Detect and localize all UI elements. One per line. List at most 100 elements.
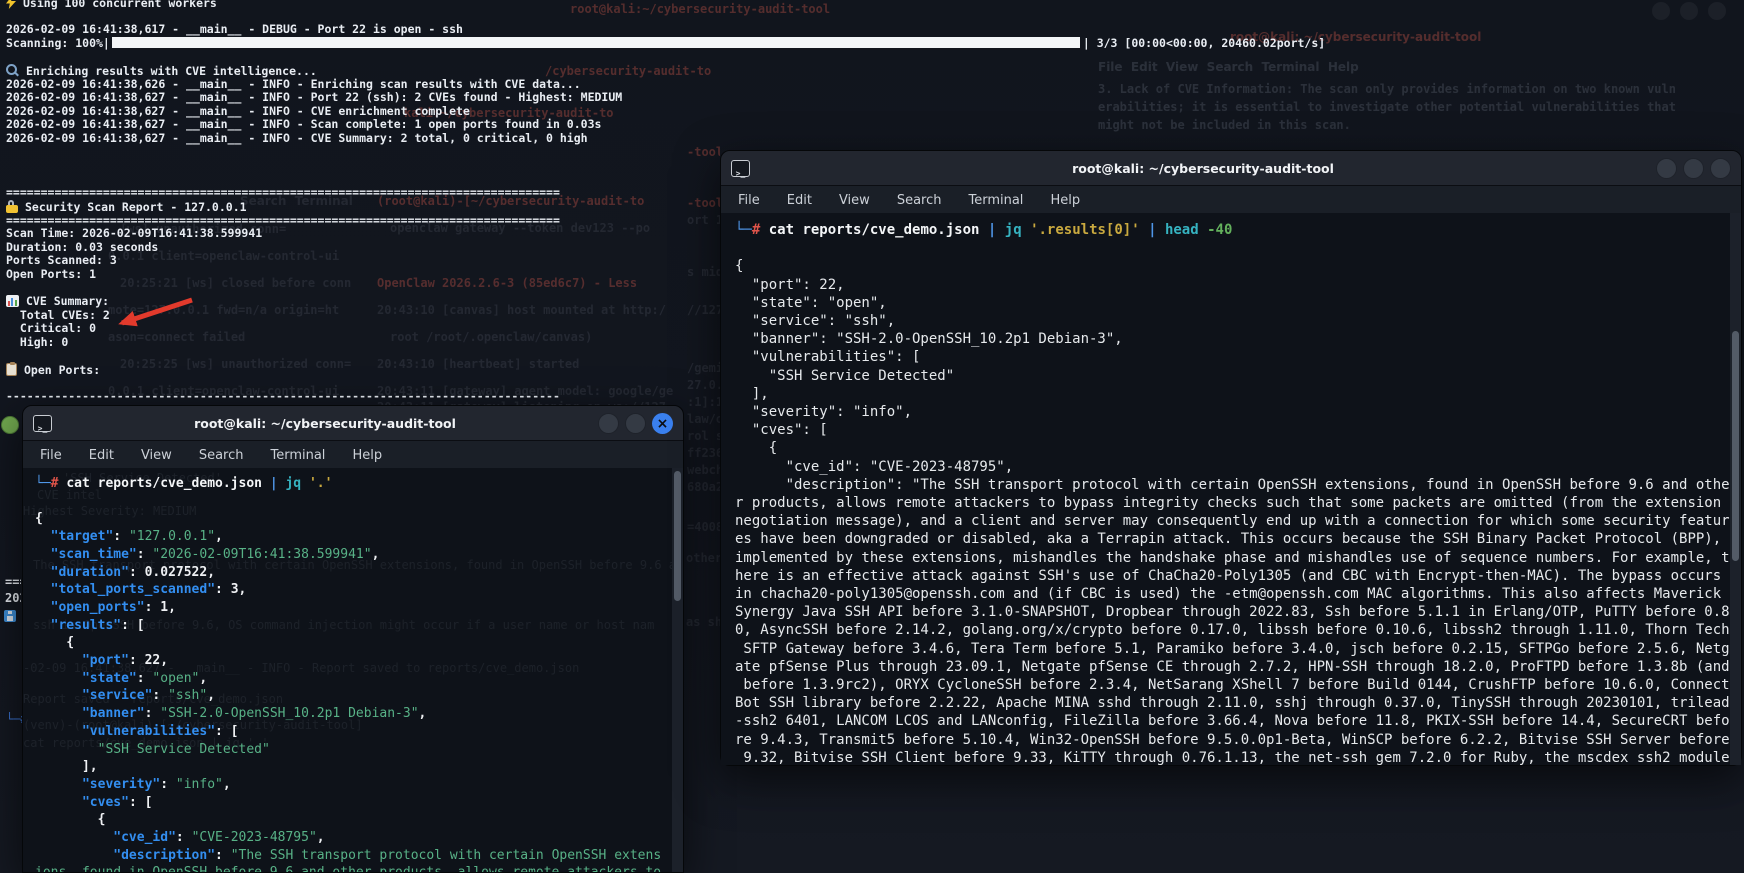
titlebar[interactable]: root@kali: ~/cybersecurity-audit-tool	[23, 406, 683, 441]
terminal-window-right: root@kali: ~/cybersecurity-audit-tool Fi…	[720, 150, 1742, 766]
output-line: re 9.4.3, Transmit5 before 5.10.4, Win32…	[735, 731, 1730, 748]
menu-item-search[interactable]: Search	[199, 448, 244, 463]
terminal-output-right: { "port": 22, "state": "open", "service"…	[735, 239, 1730, 765]
terminal-icon	[731, 159, 750, 177]
minimize-button[interactable]	[1656, 157, 1677, 179]
output-line: "SSH Service Detected"	[97, 741, 270, 757]
titlebar[interactable]: root@kali: ~/cybersecurity-audit-tool	[721, 151, 1741, 186]
menu-item-search[interactable]: Search	[897, 193, 942, 208]
output-line: negotiation message), and a client and s…	[735, 513, 1730, 530]
output-line: "severity": "info",	[81, 776, 231, 792]
menu-item-help[interactable]: Help	[352, 448, 382, 463]
command-line: └─# cat reports/cve_demo.json | jq '.res…	[735, 221, 1729, 239]
menu-item-terminal[interactable]: Terminal	[270, 448, 325, 463]
output-line: "SSH Service Detected"	[735, 367, 955, 384]
output-line: "cves": [	[81, 794, 153, 810]
output-line: "cve_id": "CVE-2023-48795",	[735, 458, 1014, 475]
menubar: File Edit View Search Terminal Help	[721, 186, 1741, 214]
menu-item-file[interactable]: File	[738, 193, 760, 208]
output-line: "target": "127.0.0.1",	[50, 529, 223, 545]
output-line: before 1.3.9rc2), ORYX CycloneSSH before…	[735, 677, 1730, 694]
output-line: {	[35, 635, 75, 651]
output-line: "state": "open",	[735, 294, 887, 311]
scrollbar-thumb[interactable]	[1732, 331, 1739, 561]
ghost-text: =4008 re	[687, 520, 720, 534]
menu-item-file[interactable]: File	[40, 448, 62, 463]
log-line: Using 100 concurrent workers	[6, 0, 1325, 10]
ghost-text: └─#	[6, 712, 22, 726]
output-line: ],	[35, 759, 98, 775]
window-title: root@kali: ~/cybersecurity-audit-tool	[194, 415, 456, 431]
ghost-text: 680a2 re	[687, 480, 720, 494]
scrollbar-thumb[interactable]	[674, 471, 681, 601]
output-line: {	[735, 440, 778, 457]
red-arrow-annotation	[118, 297, 193, 327]
output-line: "port": 22,	[81, 653, 169, 669]
output-line: in chacha20-poly1305@openssh.com and (if…	[735, 586, 1722, 603]
close-button[interactable]	[652, 412, 673, 434]
clipboard-icon	[6, 362, 17, 377]
output-line: "cve_id": "CVE-2023-48795",	[113, 830, 325, 846]
ghost-window-button	[1680, 2, 1698, 20]
output-line: ],	[735, 385, 769, 402]
menu-item-edit[interactable]: Edit	[787, 193, 812, 208]
ghost-text: law/openc	[687, 412, 720, 426]
maximize-button[interactable]	[625, 412, 646, 434]
output-line: "banner": "SSH-2.0-OpenSSH_10.2p1 Debian…	[735, 331, 1123, 348]
output-line: "service": "ssh",	[81, 688, 216, 704]
log-line: 2026-02-09 16:41:38,627 - __main__ - INF…	[6, 130, 588, 145]
ghost-text: ff2366-9b	[687, 446, 720, 460]
close-button[interactable]	[1710, 157, 1731, 179]
log-line: 2026-02-09 16:41:38,626 - __main__ - INF…	[6, 76, 581, 91]
output-line: SFTP Gateway before 3.4.6, Tera Term bef…	[735, 640, 1730, 657]
output-line: "vulnerabilities": [	[735, 349, 921, 366]
floppy-icon	[4, 610, 16, 622]
scrollbar[interactable]	[672, 468, 683, 872]
terminal-content: 'SSH Service Detected' CVE intel Highest S…	[23, 468, 683, 872]
log-line: 2026-02-09 16:41:38,627 - __main__ - INF…	[6, 103, 470, 118]
scrollbar[interactable]	[1730, 213, 1741, 765]
output-line: Bot SSH library before 2.2.22, Apache MI…	[735, 695, 1730, 712]
ghost-window-button	[1652, 2, 1670, 20]
output-line: "duration": 0.027522,	[50, 564, 216, 580]
window-title: root@kali: ~/cybersecurity-audit-tool	[1072, 160, 1334, 176]
menu-item-edit[interactable]: Edit	[89, 448, 114, 463]
output-line: ate pfSense Plus through 23.09.1, Netgat…	[735, 658, 1730, 675]
ghost-text: ====	[5, 575, 21, 589]
command-line: └─# cat reports/cve_demo.json | jq '.'	[35, 475, 671, 493]
output-line: -ssh2 6401, LANCOM LCOS and LANconfig, F…	[735, 713, 1730, 730]
maximize-button[interactable]	[1683, 157, 1704, 179]
output-line: {	[35, 511, 43, 527]
output-line: r products, allows remote attackers to b…	[735, 495, 1722, 512]
minimize-button[interactable]	[598, 412, 619, 434]
ghost-text: 2026-02	[5, 591, 21, 605]
menu-item-view[interactable]: View	[141, 448, 172, 463]
output-line: "results": [	[50, 617, 145, 633]
output-line: es have been downgraded or disabled, aka…	[735, 531, 1722, 548]
log-line: 2026-02-09 16:41:38,627 - __main__ - INF…	[6, 117, 602, 132]
output-line: "banner": "SSH-2.0-OpenSSH_10.2p1 Debian…	[81, 706, 427, 722]
output-line: {	[735, 258, 744, 275]
menu-item-view[interactable]: View	[839, 193, 870, 208]
output-line: 9.32, Bitvise SSH Client before 9.33, Ki…	[735, 749, 1730, 765]
output-line: "port": 22,	[735, 276, 845, 293]
log-line: Enriching results with CVE intelligence.…	[6, 63, 1325, 78]
output-line: ions, found in OpenSSH before 9.6 and ot…	[35, 864, 671, 872]
output-line: "total_ports_scanned": 3,	[50, 582, 247, 598]
terminal-icon	[33, 414, 52, 432]
log-line: 2026-02-09 16:41:38,627 - __main__ - INF…	[6, 90, 623, 105]
ghost-text: webchat w	[687, 463, 720, 477]
output-line: 0, AsyncSSH before 2.14.2, golang.org/x/…	[735, 622, 1730, 639]
menu-item-terminal[interactable]: Terminal	[968, 193, 1023, 208]
terminal-content: └─# cat reports/cve_demo.json | jq '.res…	[721, 213, 1741, 765]
ghost-text: other prod	[686, 551, 720, 565]
lock-icon	[6, 199, 18, 213]
output-line: {	[35, 812, 106, 828]
ghost-text: rol servi	[687, 429, 720, 443]
output-line: "cves": [	[735, 422, 828, 439]
menu-item-help[interactable]: Help	[1050, 193, 1080, 208]
